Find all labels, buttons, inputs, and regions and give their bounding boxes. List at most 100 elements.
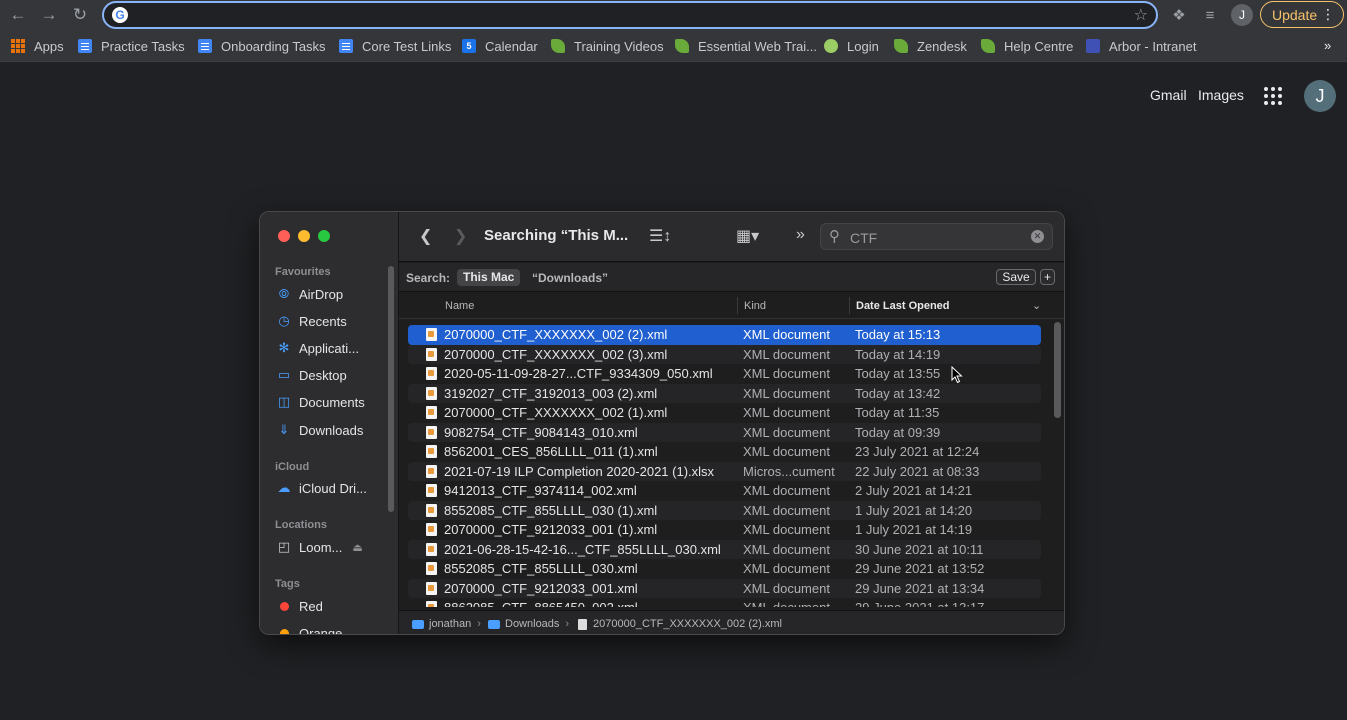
sidebar-item-label: Loom...: [299, 539, 343, 555]
file-row[interactable]: 3192027_CTF_3192013_003 (2).xml XML docum…: [408, 383, 1041, 403]
file-row[interactable]: 2070000_CTF_XXXXXXX_002 (2).xml XML docum…: [408, 325, 1041, 345]
file-row[interactable]: 9082754_CTF_9084143_010.xml XML document T…: [408, 422, 1041, 442]
bookmark-star-icon[interactable]: ☆: [1134, 5, 1148, 25]
forward-arrow-icon[interactable]: →: [37, 3, 61, 27]
bookmark-arbor-intranet[interactable]: Arbor - Intranet: [1086, 38, 1196, 54]
bookmark-practice-tasks[interactable]: Practice Tasks: [78, 38, 185, 54]
path-item-file[interactable]: 2070000_CTF_XXXXXXX_002 (2).xml: [578, 618, 782, 630]
file-row[interactable]: 2020-05-11-09-28-27...CTF_9334309_050.xm…: [408, 364, 1041, 384]
file-row[interactable]: 8562001_CES_856LLLL_011 (1).xml XML docum…: [408, 442, 1041, 462]
file-date: Today at 13:42: [855, 385, 941, 401]
file-row[interactable]: 2070000_CTF_XXXXXXX_002 (1).xml XML docum…: [408, 403, 1041, 423]
bookmark-zendesk[interactable]: Zendesk: [894, 38, 967, 54]
forward-chevron-icon[interactable]: ❯: [454, 226, 467, 246]
sort-chevron-icon[interactable]: ⌄: [1032, 299, 1041, 312]
path-item-downloads[interactable]: Downloads ›: [488, 618, 575, 630]
sidebar-item-desktop[interactable]: ▭ Desktop: [276, 365, 347, 385]
column-separator[interactable]: [849, 297, 850, 314]
sidebar-item-icloud-drive[interactable]: ☁ iCloud Dri...: [276, 478, 367, 498]
clear-search-icon[interactable]: ✕: [1031, 230, 1044, 243]
sidebar-item-label: Orange: [299, 625, 343, 635]
sidebar-item-downloads[interactable]: ⇓ Downloads: [276, 420, 364, 440]
file-kind: XML document: [743, 483, 830, 498]
finder-sidebar: Favourites ⦾ AirDrop ◷ Recents ✻ Applicati.…: [260, 212, 399, 635]
drive-icon: ◰: [277, 539, 291, 554]
update-label: Update: [1272, 6, 1318, 23]
sidebar-item-documents[interactable]: ◫ Documents: [276, 392, 365, 412]
extensions-puzzle-icon[interactable]: ❖: [1169, 5, 1189, 25]
close-window-icon[interactable]: [278, 230, 290, 242]
profile-avatar[interactable]: J: [1231, 4, 1253, 26]
sidebar-item-recents[interactable]: ◷ Recents: [276, 311, 346, 331]
back-chevron-icon[interactable]: ❮: [419, 226, 432, 246]
path-chevron-icon: ›: [477, 618, 481, 630]
column-kind[interactable]: Kind: [744, 300, 766, 312]
sidebar-tag-red[interactable]: Red: [276, 596, 323, 616]
search-field[interactable]: ⚲ CTF ✕: [820, 223, 1053, 250]
sidebar-item-loom[interactable]: ◰ Loom... ⏏: [276, 537, 363, 557]
zoom-window-icon[interactable]: [318, 230, 330, 242]
bookmark-label: Core Test Links: [362, 38, 452, 54]
file-row[interactable]: 2021-06-28-15-42-16..._CTF_855LLLL_030.x…: [408, 539, 1041, 559]
search-scope-bar: Search: This Mac “Downloads” Save +: [399, 263, 1064, 292]
file-row[interactable]: 2021-07-19 ILP Completion 2020-2021 (1).…: [408, 461, 1041, 481]
file-kind: XML document: [743, 327, 830, 342]
file-name: 2021-07-19 ILP Completion 2020-2021 (1).…: [444, 463, 715, 479]
scope-downloads[interactable]: “Downloads”: [532, 271, 608, 285]
file-kind: XML document: [743, 541, 830, 557]
column-date-last-opened[interactable]: Date Last Opened: [856, 300, 950, 312]
bookmark-core-test-links[interactable]: Core Test Links: [339, 38, 451, 54]
file-name: 3192027_CTF_3192013_003 (2).xml: [444, 385, 658, 401]
sidebar-item-airdrop[interactable]: ⦾ AirDrop: [276, 284, 343, 304]
eject-icon[interactable]: ⏏: [352, 541, 362, 554]
sidebar-item-label: Documents: [299, 394, 365, 410]
sidebar-scrollbar[interactable]: [388, 266, 394, 512]
back-arrow-icon[interactable]: ←: [6, 3, 30, 27]
file-row[interactable]: 2070000_CTF_XXXXXXX_002 (3).xml XML docum…: [408, 344, 1041, 364]
minimize-window-icon[interactable]: [298, 230, 310, 242]
file-row[interactable]: 2070000_CTF_9212033_001.xml XML document 2…: [408, 578, 1041, 598]
file-row[interactable]: 8552085_CTF_855LLLL_030.xml XML document 2…: [408, 559, 1041, 579]
bookmark-label: Essential Web Trai...: [698, 38, 817, 54]
gmail-link[interactable]: Gmail: [1150, 87, 1187, 103]
sidebar-tag-orange[interactable]: Orange: [276, 623, 343, 635]
path-item-jonathan[interactable]: jonathan ›: [412, 618, 487, 630]
bookmark-apps[interactable]: Apps: [11, 38, 64, 54]
group-view-icon[interactable]: ▦▾: [736, 226, 759, 246]
reading-list-icon[interactable]: ≡: [1200, 5, 1220, 25]
file-row[interactable]: 8552085_CTF_855LLLL_030 (1).xml XML docum…: [408, 500, 1041, 520]
scope-this-mac[interactable]: This Mac: [457, 269, 521, 286]
reload-icon[interactable]: ↻: [68, 3, 92, 27]
bookmark-label: Calendar: [485, 38, 538, 54]
file-row[interactable]: 8862085_CTF_8865450_002.xml XML document 2…: [408, 598, 1041, 607]
sidebar-item-label: Applicati...: [299, 340, 359, 356]
google-account-avatar[interactable]: J: [1304, 80, 1336, 112]
file-list-scrollbar[interactable]: [1054, 322, 1061, 418]
path-label: jonathan: [429, 618, 472, 630]
address-bar[interactable]: G ☆: [102, 1, 1158, 29]
bookmark-onboarding-tasks[interactable]: Onboarding Tasks: [198, 38, 326, 54]
file-row[interactable]: 9412013_CTF_9374114_002.xml XML document 2…: [408, 481, 1041, 501]
column-name[interactable]: Name: [445, 300, 474, 312]
add-criteria-button[interactable]: +: [1040, 269, 1055, 285]
file-row[interactable]: 2070000_CTF_9212033_001 (1).xml XML docum…: [408, 520, 1041, 540]
more-toolbar-chevron-icon[interactable]: »: [796, 226, 805, 244]
sidebar-item-applications[interactable]: ✻ Applicati...: [276, 338, 359, 358]
list-view-icon[interactable]: ☰↕: [649, 226, 671, 246]
more-bookmarks-chevron-icon[interactable]: »: [1324, 38, 1331, 53]
google-apps-icon[interactable]: [1264, 87, 1282, 105]
folder-icon: [412, 619, 424, 629]
images-link[interactable]: Images: [1198, 87, 1244, 103]
update-button[interactable]: Update ⋮: [1260, 1, 1344, 28]
file-date: 2 July 2021 at 14:21: [855, 483, 973, 498]
file-date: Today at 13:55: [855, 366, 941, 381]
xml-file-icon: [426, 523, 437, 536]
bookmark-training-videos[interactable]: Training Videos: [551, 38, 664, 54]
column-separator[interactable]: [737, 297, 738, 314]
bookmark-login[interactable]: Login: [824, 38, 879, 54]
bookmark-calendar[interactable]: 5 Calendar: [462, 38, 538, 54]
file-date: Today at 14:19: [855, 346, 941, 362]
bookmark-essential-web-training[interactable]: Essential Web Trai...: [675, 38, 817, 54]
save-search-button[interactable]: Save: [996, 269, 1036, 285]
bookmark-help-centre[interactable]: Help Centre: [981, 38, 1073, 54]
